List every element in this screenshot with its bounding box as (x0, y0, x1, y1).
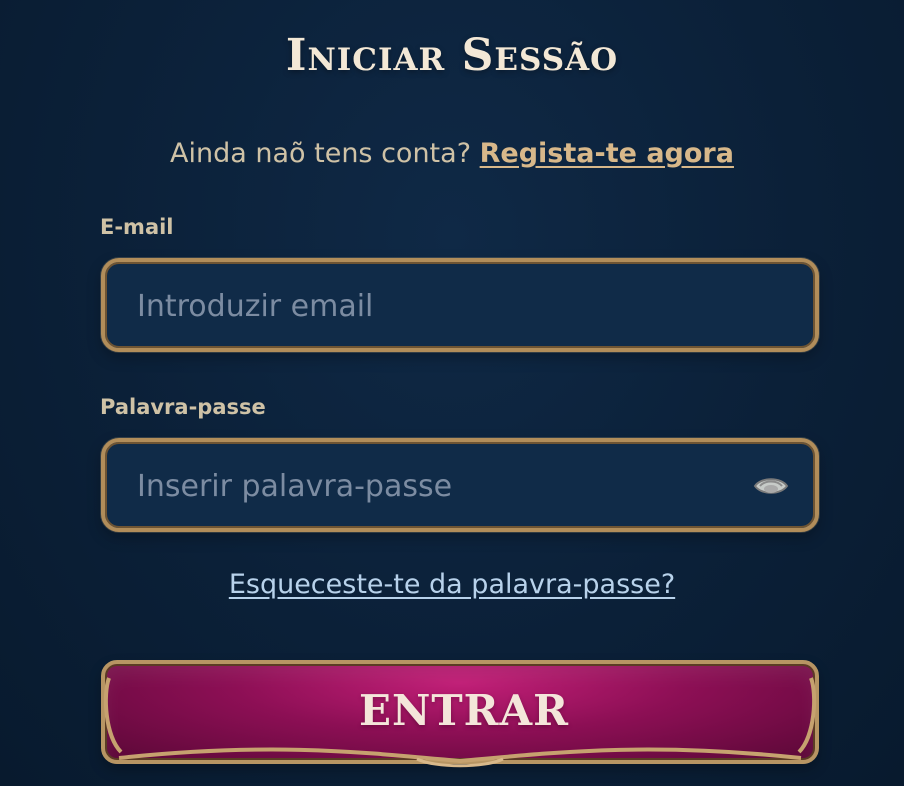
submit-button-wrap: ENTRAR (101, 660, 819, 768)
login-button-label: ENTRAR (358, 686, 570, 735)
login-page: Iniciar Sessão Ainda naõ tens conta? Reg… (0, 0, 904, 786)
page-title: Iniciar Sessão (285, 30, 619, 81)
password-field[interactable] (135, 464, 759, 508)
eye-icon (753, 478, 789, 494)
signup-prompt: Ainda naõ tens conta? (170, 138, 472, 169)
forgot-password-row: Esqueceste-te da palavra-passe? (0, 567, 904, 603)
email-label: E-mail (100, 215, 174, 239)
login-button[interactable]: ENTRAR (101, 660, 819, 764)
signup-line: Ainda naõ tens conta? Regista-te agora (0, 136, 904, 172)
email-field-frame[interactable] (101, 258, 819, 352)
forgot-password-link[interactable]: Esqueceste-te da palavra-passe? (229, 569, 675, 600)
signup-link[interactable]: Regista-te agora (480, 138, 734, 169)
show-password-button[interactable] (753, 472, 789, 500)
password-field-frame[interactable] (101, 438, 819, 532)
password-label: Palavra-passe (100, 395, 266, 419)
email-field[interactable] (135, 284, 759, 328)
